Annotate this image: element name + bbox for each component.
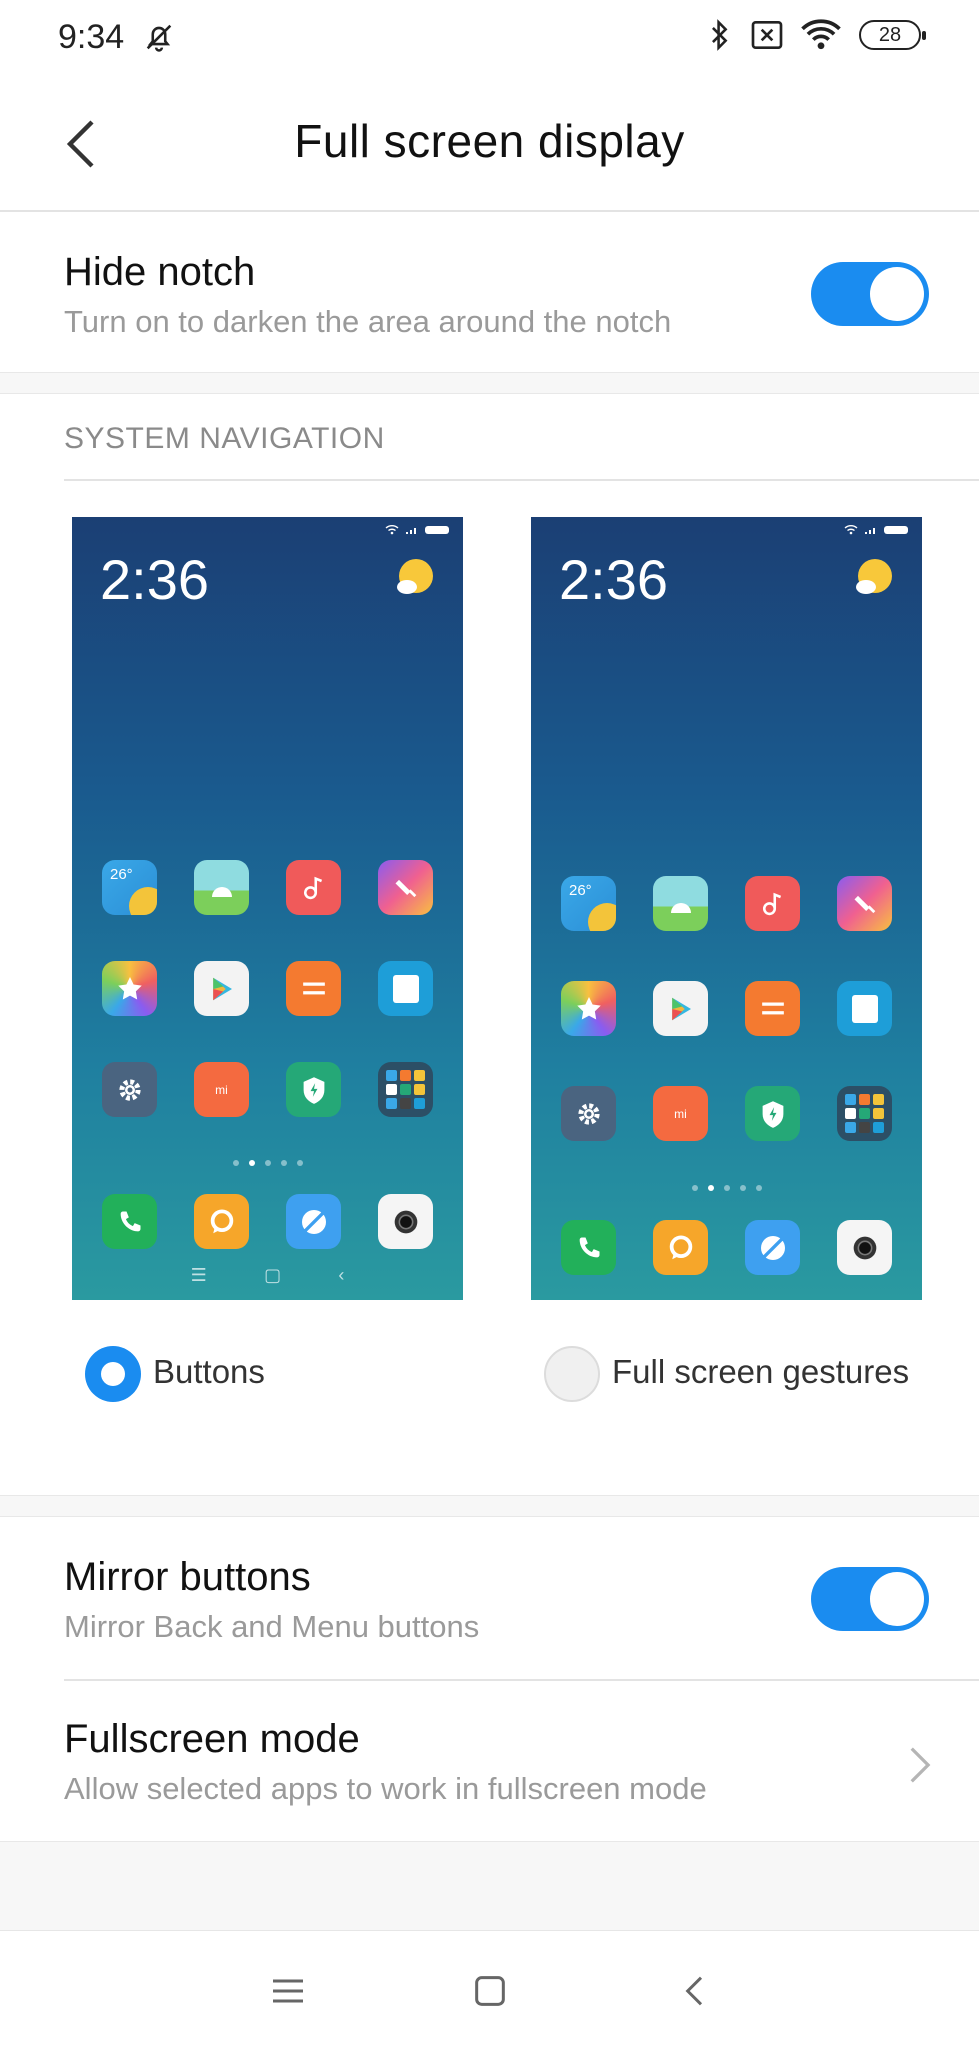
battery-icon: 28	[859, 20, 926, 50]
home-icon: ▢	[264, 1265, 282, 1285]
messages-app-icon	[194, 1194, 249, 1249]
section-gap	[0, 1495, 979, 1517]
mi-store-app-icon: mi	[194, 1062, 249, 1117]
gestures-preview[interactable]: 2:36 26° mi	[531, 517, 922, 1300]
battery-icon	[425, 526, 449, 534]
bluetooth-icon	[712, 19, 728, 51]
weather-temp: 26°	[569, 882, 592, 899]
play-store-app-icon	[653, 981, 708, 1036]
page-title: Full screen display	[294, 115, 685, 167]
mi-store-app-icon: mi	[653, 1086, 708, 1141]
preview-clock: 2:36	[559, 548, 668, 611]
weather-sun-icon	[856, 559, 892, 594]
weather-app-icon: 26°	[102, 860, 157, 915]
settings-app-icon	[102, 1062, 157, 1117]
fullscreen-mode-subtitle: Allow selected apps to work in fullscree…	[64, 1771, 707, 1806]
dock	[102, 1194, 433, 1249]
buttons-option-label[interactable]: Buttons	[153, 1353, 265, 1391]
sim-x-icon	[751, 21, 783, 49]
preview-status-icons	[385, 525, 449, 535]
preview-status-icons	[844, 525, 908, 535]
favorites-app-icon	[561, 981, 616, 1036]
security-app-icon	[286, 1062, 341, 1117]
buttons-preview[interactable]: 2:36 26° mi ☰ ▢ ‹	[72, 517, 463, 1300]
battery-icon	[884, 526, 908, 534]
gestures-radio[interactable]	[544, 1346, 600, 1402]
chevron-right-icon	[910, 1747, 931, 1783]
themes-app-icon	[378, 860, 433, 915]
mirror-buttons-title: Mirror buttons	[64, 1555, 311, 1599]
weather-temp: 26°	[110, 866, 133, 883]
preview-clock: 2:36	[100, 548, 209, 611]
messages-app-icon	[653, 1220, 708, 1275]
mirror-buttons-subtitle: Mirror Back and Menu buttons	[64, 1609, 480, 1644]
music-app-icon	[286, 860, 341, 915]
phone-app-icon	[561, 1220, 616, 1275]
themes-app-icon	[837, 876, 892, 931]
mirror-buttons-row[interactable]: Mirror buttons Mirror Back and Menu butt…	[0, 1517, 979, 1679]
play-store-app-icon	[194, 961, 249, 1016]
back-icon[interactable]	[676, 1971, 716, 2011]
app-grid: 26° mi	[561, 876, 892, 1141]
system-nav-bar	[0, 1930, 979, 2048]
page-indicator	[72, 1160, 463, 1166]
notes-app-icon	[837, 981, 892, 1036]
music-app-icon	[745, 876, 800, 931]
weather-sun-icon	[397, 559, 433, 594]
status-bar: 9:34 28	[0, 0, 979, 80]
hide-notch-subtitle: Turn on to darken the area around the no…	[64, 304, 672, 339]
page-indicator	[531, 1185, 922, 1191]
back-icon: ‹	[338, 1265, 345, 1285]
mirror-buttons-toggle[interactable]	[811, 1567, 929, 1631]
calculator-app-icon	[286, 961, 341, 1016]
calculator-app-icon	[745, 981, 800, 1036]
gestures-option-label[interactable]: Full screen gestures	[612, 1353, 909, 1391]
settings-app-icon	[561, 1086, 616, 1141]
gallery-app-icon	[194, 860, 249, 915]
gallery-app-icon	[653, 876, 708, 931]
toggle-knob	[870, 1572, 924, 1626]
tools-folder-icon	[837, 1086, 892, 1141]
signal-icon	[406, 528, 416, 534]
bottom-spacer	[0, 1841, 979, 1931]
menu-icon[interactable]	[268, 1971, 308, 2011]
security-app-icon	[745, 1086, 800, 1141]
buttons-radio[interactable]	[85, 1346, 141, 1402]
favorites-app-icon	[102, 961, 157, 1016]
toggle-knob	[870, 267, 924, 321]
menu-icon: ☰	[190, 1265, 207, 1285]
section-divider	[64, 479, 979, 481]
phone-app-icon	[102, 1194, 157, 1249]
fullscreen-mode-row[interactable]: Fullscreen mode Allow selected apps to w…	[0, 1681, 979, 1841]
camera-app-icon	[837, 1220, 892, 1275]
browser-app-icon	[745, 1220, 800, 1275]
tools-folder-icon	[378, 1062, 433, 1117]
browser-app-icon	[286, 1194, 341, 1249]
hide-notch-row[interactable]: Hide notch Turn on to darken the area ar…	[0, 212, 979, 372]
weather-app-icon: 26°	[561, 876, 616, 931]
section-gap	[0, 372, 979, 394]
wifi-icon	[801, 19, 841, 50]
status-time: 9:34	[58, 18, 125, 56]
hide-notch-toggle[interactable]	[811, 262, 929, 326]
hide-notch-title: Hide notch	[64, 250, 256, 294]
wifi-icon	[385, 525, 399, 535]
notes-app-icon	[378, 961, 433, 1016]
camera-app-icon	[378, 1194, 433, 1249]
signal-icon	[865, 528, 875, 534]
app-grid: 26° mi	[102, 860, 433, 1117]
bell-off-icon	[146, 24, 172, 52]
section-label: SYSTEM NAVIGATION	[64, 422, 385, 455]
dock	[561, 1220, 892, 1275]
wifi-icon	[844, 525, 858, 535]
home-icon[interactable]	[470, 1971, 510, 2011]
preview-nav-buttons: ☰ ▢ ‹	[72, 1265, 463, 1286]
app-header: Full screen display	[0, 80, 979, 210]
battery-level: 28	[878, 23, 902, 46]
fullscreen-mode-title: Fullscreen mode	[64, 1717, 360, 1761]
